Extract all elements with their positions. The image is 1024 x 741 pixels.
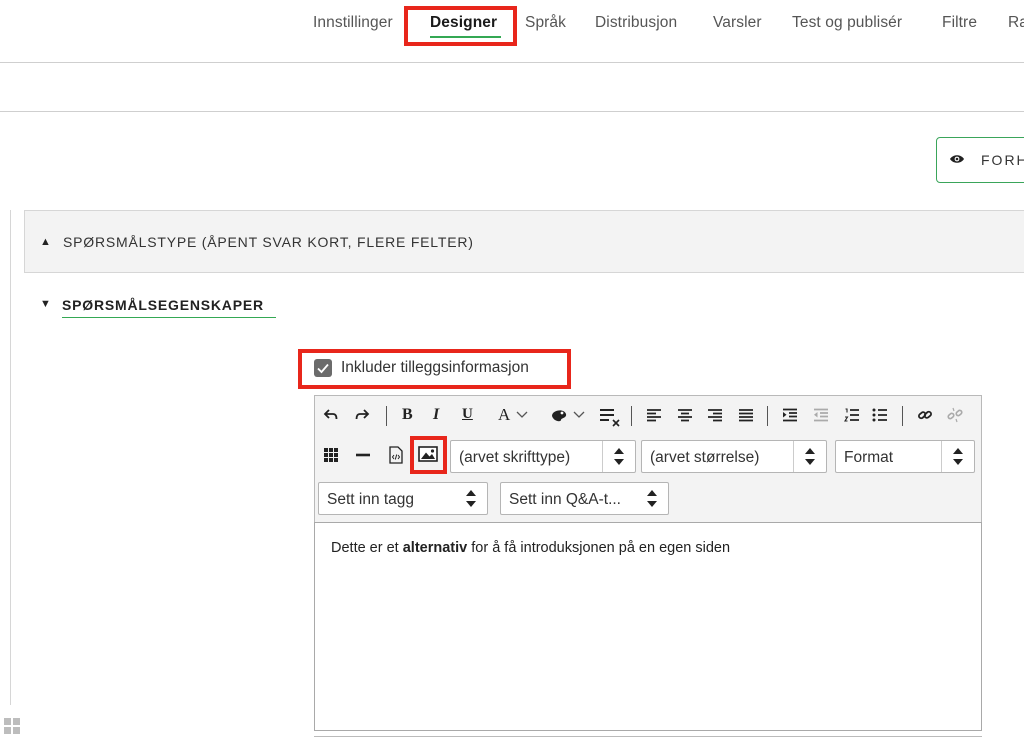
font-size-value: (arvet størrelse): [650, 449, 760, 466]
nav-tab-filtre[interactable]: Filtre: [942, 14, 977, 32]
section-question-type-title: SPØRSMÅLSTYPE (ÅPENT SVAR KORT, FLERE FE…: [63, 234, 474, 250]
toolbar-separator: [902, 406, 903, 426]
source-icon[interactable]: [388, 446, 404, 464]
align-right-icon[interactable]: [707, 408, 723, 422]
left-rail: [10, 210, 11, 705]
underline-icon[interactable]: U: [462, 405, 473, 423]
format-value: Format: [844, 449, 894, 466]
align-center-icon[interactable]: [677, 408, 693, 422]
preview-label: FORH: [981, 152, 1024, 168]
font-family-value: (arvet skrifttype): [459, 449, 571, 466]
designer-tab-highlight: [404, 6, 517, 46]
section-title-underline: [62, 317, 276, 318]
updown-arrows-icon: [636, 483, 668, 514]
drag-handle-icon[interactable]: [4, 718, 20, 739]
font-size-select[interactable]: (arvet størrelse): [641, 440, 827, 473]
chevron-down-icon[interactable]: [573, 410, 585, 420]
content-text-after: for å få introduksjonen på en egen siden: [467, 540, 731, 556]
nav-tab-ra[interactable]: Ra: [1008, 14, 1024, 32]
editor-content-text: Dette er et alternativ for å få introduk…: [331, 540, 730, 556]
updown-arrows-icon: [602, 441, 635, 472]
toolbar-divider: [0, 111, 1024, 112]
numbered-list-icon[interactable]: [844, 408, 860, 422]
image-button-highlight: [410, 436, 447, 474]
toolbar-separator: [767, 406, 768, 426]
toolbar-separator: [386, 406, 387, 426]
checkbox-highlight: [298, 349, 571, 389]
horizontal-rule-icon[interactable]: [355, 448, 371, 462]
redo-icon[interactable]: [354, 407, 370, 423]
nav-tab-distribusjon[interactable]: Distribusjon: [595, 14, 677, 32]
nav-tab-sprak[interactable]: Språk: [525, 14, 566, 32]
text-color-icon[interactable]: A: [498, 406, 510, 424]
chevron-down-icon[interactable]: [516, 410, 528, 420]
content-text-bold: alternativ: [402, 540, 468, 556]
updown-arrows-icon: [941, 441, 974, 472]
background-color-icon[interactable]: [550, 407, 568, 423]
font-family-select[interactable]: (arvet skrifttype): [450, 440, 636, 473]
caret-up-icon: ▲: [40, 236, 51, 248]
nav-divider: [0, 62, 1024, 63]
caret-down-icon[interactable]: ▼: [40, 298, 51, 310]
align-left-icon[interactable]: [646, 408, 662, 422]
bold-icon[interactable]: B: [402, 406, 413, 424]
remove-format-icon[interactable]: [599, 407, 621, 427]
format-select[interactable]: Format: [835, 440, 975, 473]
link-icon[interactable]: [917, 407, 933, 423]
nav-tab-test-og-publiser[interactable]: Test og publisér: [792, 14, 902, 32]
nav-tab-innstillinger[interactable]: Innstillinger: [313, 14, 393, 32]
section-question-type[interactable]: ▲ SPØRSMÅLSTYPE (ÅPENT SVAR KORT, FLERE …: [24, 210, 1024, 273]
content-text-before: Dette er et: [331, 540, 403, 556]
align-justify-icon[interactable]: [738, 408, 754, 422]
insert-tag-select[interactable]: Sett inn tagg: [318, 482, 488, 515]
updown-arrows-icon: [455, 483, 487, 514]
unlink-icon[interactable]: [947, 407, 963, 423]
bullet-list-icon[interactable]: [872, 408, 888, 422]
table-icon[interactable]: [323, 447, 339, 463]
outdent-icon[interactable]: [813, 408, 829, 422]
toolbar-separator: [631, 406, 632, 426]
section-question-properties-title[interactable]: SPØRSMÅLSEGENSKAPER: [62, 297, 264, 313]
insert-qa-select[interactable]: Sett inn Q&A-t...: [500, 482, 669, 515]
eye-icon: [949, 152, 965, 171]
insert-qa-value: Sett inn Q&A-t...: [509, 491, 621, 508]
editor-bottom-border: [314, 736, 982, 737]
updown-arrows-icon: [793, 441, 826, 472]
preview-button[interactable]: FORH: [936, 137, 1024, 183]
editor-content-area[interactable]: Dette er et alternativ for å få introduk…: [314, 522, 982, 731]
italic-icon[interactable]: I: [433, 406, 439, 424]
indent-icon[interactable]: [782, 408, 798, 422]
undo-icon[interactable]: [323, 407, 339, 423]
insert-tag-value: Sett inn tagg: [327, 491, 415, 508]
nav-tab-varsler[interactable]: Varsler: [713, 14, 762, 32]
